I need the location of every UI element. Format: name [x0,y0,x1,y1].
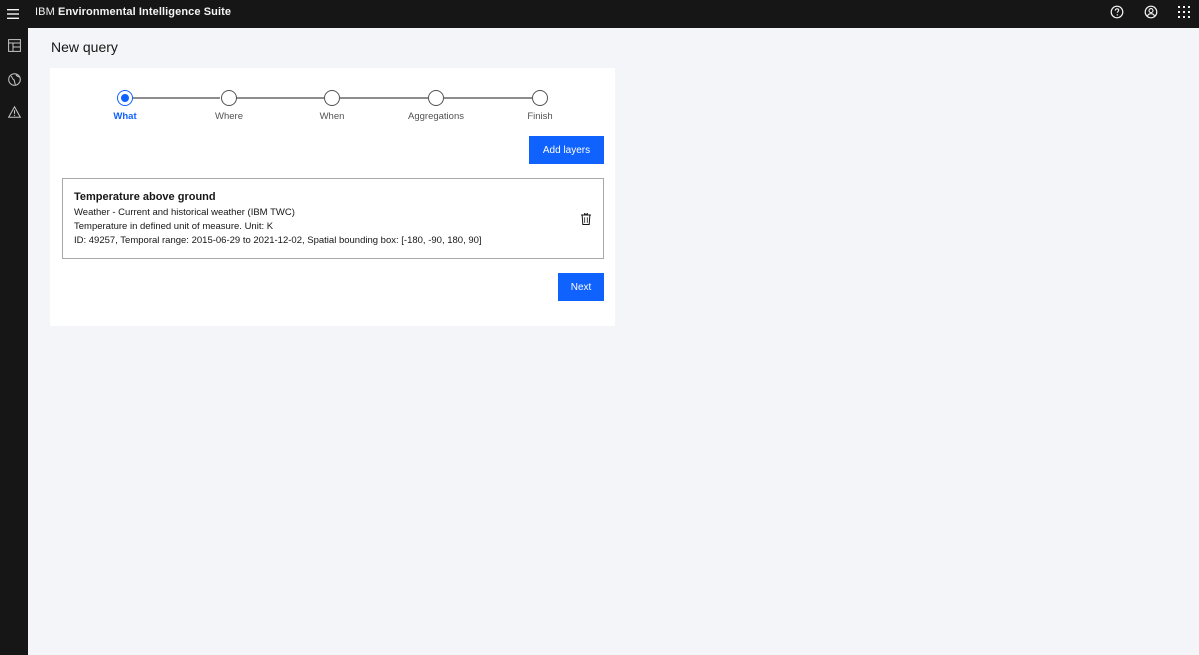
next-button[interactable]: Next [558,273,604,301]
header-bar: IBM Environmental Intelligence Suite [0,0,1199,28]
step-what-current-icon[interactable] [117,90,133,106]
step-where-incomplete-icon[interactable] [221,90,237,106]
warning-icon[interactable] [3,101,25,123]
dashboard-icon[interactable] [3,34,25,56]
step-connector [444,97,532,99]
step-finish-incomplete-icon[interactable] [532,90,548,106]
layer-details: ID: 49257, Temporal range: 2015-06-29 to… [74,235,482,246]
add-layers-button[interactable]: Add layers [529,136,604,164]
hamburger-menu-icon[interactable] [0,0,26,28]
step-what-label[interactable]: What [85,111,165,122]
globe-icon[interactable] [3,68,25,90]
step-when-incomplete-icon[interactable] [324,90,340,106]
trash-icon[interactable] [579,211,593,227]
app-title[interactable]: IBM Environmental Intelligence Suite [35,0,231,24]
step-connector [132,97,220,99]
step-when-label[interactable]: When [292,111,372,122]
page-title: New query [51,39,118,55]
step-aggregations-incomplete-icon[interactable] [428,90,444,106]
product-name: Environmental Intelligence Suite [58,6,232,18]
step-finish-label[interactable]: Finish [500,111,580,122]
step-connector [236,97,324,99]
layer-dataset: Weather - Current and historical weather… [74,207,295,218]
brand-name: IBM [35,6,55,18]
query-card: What Where When Aggregations Finish Add … [50,68,615,326]
step-connector [340,97,428,99]
side-nav [0,28,28,655]
layer-description: Temperature in defined unit of measure. … [74,221,274,232]
layer-tile: Temperature above ground Weather - Curre… [62,178,604,259]
layer-name: Temperature above ground [74,191,216,203]
step-aggregations-label[interactable]: Aggregations [396,111,476,122]
progress-indicator: What Where When Aggregations Finish [50,68,615,128]
app-switcher-icon[interactable] [1173,2,1195,22]
user-avatar-icon[interactable] [1140,2,1162,22]
help-icon[interactable] [1106,2,1128,22]
step-where-label[interactable]: Where [189,111,269,122]
